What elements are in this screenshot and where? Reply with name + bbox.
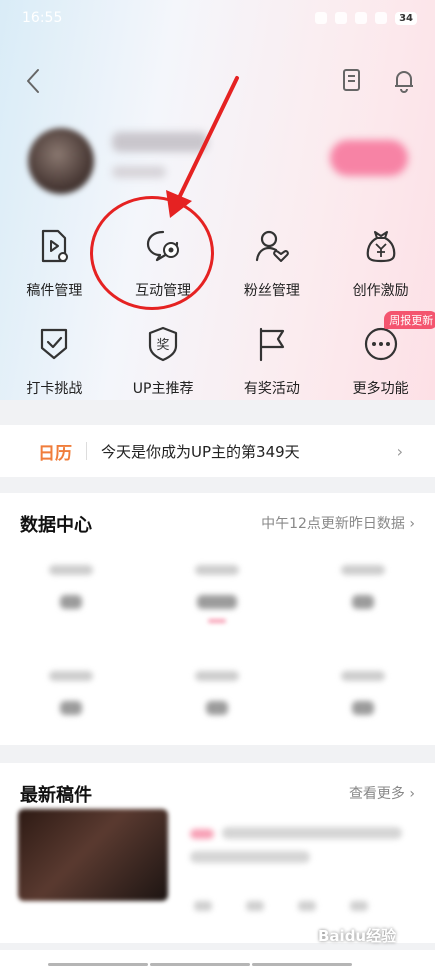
user-heart-icon [255,230,289,262]
grid-item-fans[interactable]: 粉丝管理 [218,222,327,320]
grid-label: 稿件管理 [26,283,83,299]
latest-title: 最新稿件 [20,785,92,806]
bottom-tab-indicator [150,963,250,966]
latest-works-card: 最新稿件 查看更多 › [0,763,435,943]
bottom-strip [0,950,435,970]
grid-label: 更多功能 [352,381,409,397]
bottom-tab-indicator [252,963,352,966]
stat-blurred[interactable] [184,671,250,741]
grid-item-checkin[interactable]: 打卡挑战 [0,320,109,418]
video-title-blurred [222,827,402,839]
metric-blurred [350,901,368,911]
view-more-text: 查看更多 [348,786,405,802]
grid-label: 有奖活动 [243,381,300,397]
status-time: 16:55 [22,10,63,26]
document-icon [343,69,360,91]
chevron-left-icon [27,69,39,93]
stat-blurred[interactable] [38,671,104,741]
grid-label: 创作激励 [352,283,409,299]
calendar-text: 今天是你成为UP主的第349天 [101,442,300,461]
metric-blurred [298,901,316,911]
flag-icon [259,327,284,362]
video-thumbnail[interactable] [18,809,168,901]
grid-label: UP主推荐 [132,381,194,397]
award-badge-icon: 奖 [149,326,178,362]
metric-blurred [246,901,264,911]
profile-action-button[interactable] [330,140,408,176]
top-navigation [0,60,435,100]
signal-icon [355,12,368,24]
data-center-link-text: 中午12点更新昨日数据 [261,516,405,532]
notification-icon [315,12,328,24]
svg-text:奖: 奖 [157,338,170,353]
avatar[interactable] [28,128,94,194]
status-icons: 34 [315,11,417,25]
tag-blurred [190,829,214,839]
bottom-tab-indicator [48,963,148,966]
bluetooth-icon [335,12,348,24]
grid-item-reward-activity[interactable]: 有奖活动 [218,320,327,418]
notification-button[interactable] [390,66,418,94]
grid-item-up-recommend[interactable]: 奖 UP主推荐 [109,320,218,418]
video-subtitle-blurred [190,851,310,863]
more-dots-icon [364,327,397,361]
check-shield-icon [41,328,68,360]
watermark-text: Baidu经验 [318,927,397,945]
calendar-card[interactable]: 日历 今天是你成为UP主的第349天 › [0,425,435,477]
divider [86,442,87,460]
data-center-title: 数据中心 [20,515,92,536]
stat-blurred[interactable] [330,671,396,741]
grid-label: 粉丝管理 [243,283,300,299]
metric-blurred [194,901,212,911]
status-bar: 16:55 34 [0,0,435,36]
grid-item-more[interactable]: 周报更新 更多功能 [326,311,435,418]
function-grid: 稿件管理 互动管理 粉丝管理 创作激励 打卡挑战 奖 UP主推荐 有奖活动 周报… [0,222,435,418]
battery-indicator: 34 [395,11,417,25]
bell-icon [395,71,413,93]
function-row-1: 稿件管理 互动管理 粉丝管理 创作激励 [0,222,435,320]
annotation-circle [90,196,214,310]
stat-blurred[interactable] [330,565,396,635]
weekly-update-badge: 周报更新 [384,311,435,329]
user-subtitle-blurred [112,166,166,178]
stat-blurred[interactable] [184,565,250,635]
view-more-link[interactable]: 查看更多 › [349,783,415,803]
calendar-tag: 日历 [38,443,72,464]
money-bag-icon [366,231,395,263]
grid-item-incentive[interactable]: 创作激励 [326,222,435,320]
wifi-icon [375,12,388,24]
profile-section [0,118,435,198]
video-doc-icon [42,229,69,263]
data-center-link[interactable]: 中午12点更新昨日数据 › [261,513,415,533]
grid-label: 打卡挑战 [26,381,83,397]
function-row-2: 打卡挑战 奖 UP主推荐 有奖活动 周报更新 更多功能 [0,311,435,418]
data-center-card: 数据中心 中午12点更新昨日数据 › [0,493,435,745]
chevron-right-icon: › [396,441,403,461]
stat-blurred[interactable] [38,565,104,635]
document-button[interactable] [338,66,366,94]
back-button[interactable] [20,66,50,96]
username-blurred [112,132,208,152]
